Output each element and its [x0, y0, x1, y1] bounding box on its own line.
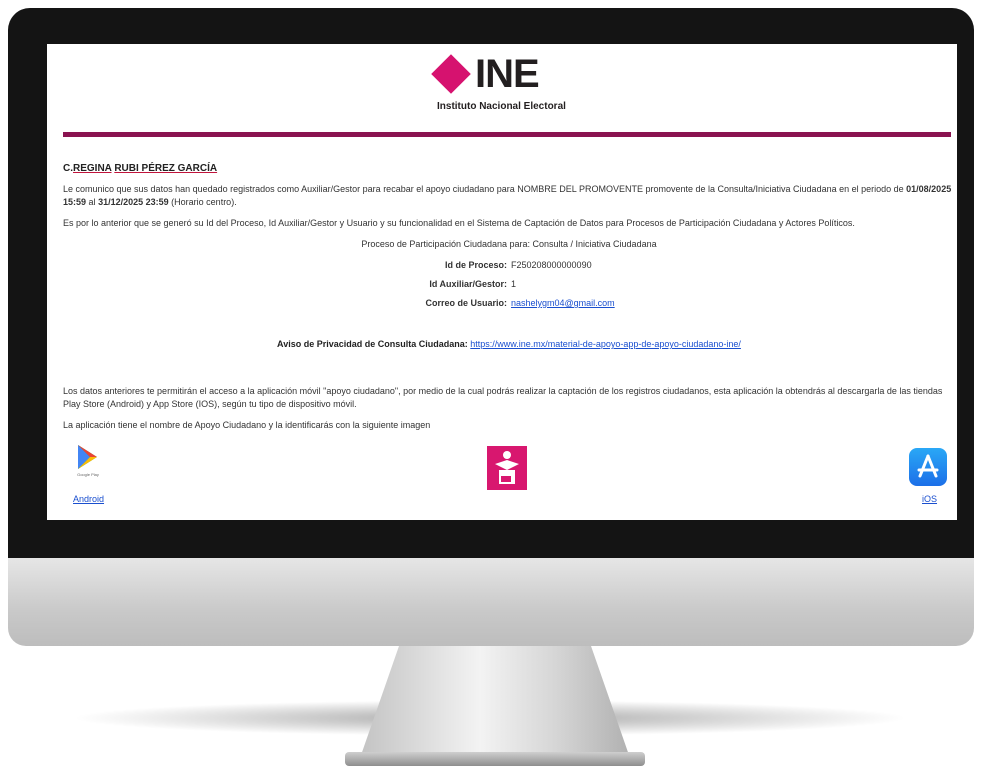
app-access-paragraph: Los datos anteriores te permitirán el ac…	[63, 386, 943, 409]
detail-label: Id de Proceso:	[444, 260, 507, 270]
app-store-icon[interactable]	[909, 448, 947, 486]
recipient-name: C.REGINA RUBI PÉREZ GARCÍA	[63, 162, 955, 175]
process-details: Id de Proceso: F250208000000090 Id Auxil…	[63, 259, 955, 310]
process-title: Proceso de Participación Ciudadana para:…	[361, 239, 657, 249]
monitor-screen: INE Instituto Nacional Electoral C.REGIN…	[47, 44, 957, 520]
detail-label: Correo de Usuario:	[425, 298, 507, 308]
generation-paragraph: Es por lo anterior que se generó su Id d…	[63, 218, 855, 228]
detail-value: 1	[511, 279, 517, 289]
app-store-section: Google Play Android iOS	[63, 442, 947, 512]
ine-logo: INE Instituto Nacional Electoral	[431, 52, 585, 116]
detail-value: F250208000000090	[511, 260, 592, 270]
registration-text: Le comunico que sus datos han quedado re…	[63, 184, 904, 194]
recipient-prefix: C.	[63, 163, 73, 174]
monitor-chin	[8, 558, 974, 646]
period-mid: al	[88, 197, 96, 207]
google-play-caption: Google Play	[77, 472, 99, 477]
privacy-label: Aviso de Privacidad de Consulta Ciudadan…	[277, 339, 468, 349]
email-header: INE Instituto Nacional Electoral	[47, 44, 957, 128]
period-end: 31/12/2025 23:59	[98, 197, 169, 207]
user-email-link[interactable]: nashelygm04@gmail.com	[511, 298, 615, 308]
detail-label: Id Auxiliar/Gestor:	[429, 279, 507, 289]
privacy-notice: Aviso de Privacidad de Consulta Ciudadan…	[63, 338, 955, 351]
ine-logo-text: INE	[475, 52, 540, 96]
ios-link[interactable]: iOS	[922, 494, 937, 504]
email-body: C.REGINA RUBI PÉREZ GARCÍA Le comunico q…	[63, 162, 955, 440]
app-name-paragraph: La aplicación tiene el nombre de Apoyo C…	[63, 420, 431, 430]
detail-row-email: Correo de Usuario: nashelygm04@gmail.com	[63, 297, 955, 310]
header-divider	[63, 132, 951, 137]
apoyo-ciudadano-app-icon	[487, 446, 527, 490]
google-play-icon[interactable]: Google Play	[73, 442, 103, 482]
monitor-stand-base	[345, 752, 645, 766]
recipient-first-name: REGINA	[73, 163, 112, 174]
registration-paragraph: Le comunico que sus datos han quedado re…	[63, 183, 955, 209]
recipient-last-name: RUBI PÉREZ GARCÍA	[114, 163, 218, 174]
ine-diamond-icon	[431, 54, 471, 94]
android-link[interactable]: Android	[73, 494, 104, 504]
monitor-stand	[360, 646, 630, 758]
registration-suffix: (Horario centro).	[171, 197, 237, 207]
detail-row-auxiliar: Id Auxiliar/Gestor: 1	[63, 278, 955, 291]
ine-logo-subtitle: Instituto Nacional Electoral	[437, 101, 566, 112]
privacy-link[interactable]: https://www.ine.mx/material-de-apoyo-app…	[470, 339, 741, 349]
detail-row-process: Id de Proceso: F250208000000090	[63, 259, 955, 272]
detail-value-wrap: nashelygm04@gmail.com	[511, 297, 761, 310]
